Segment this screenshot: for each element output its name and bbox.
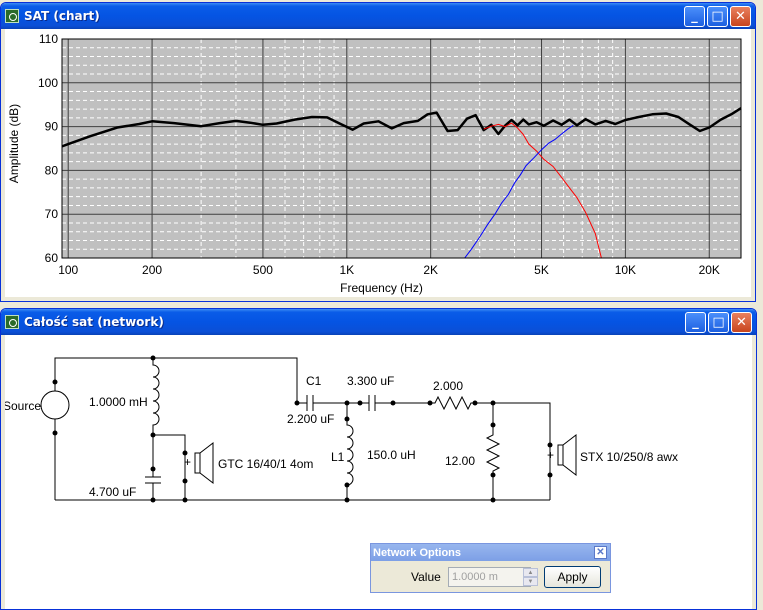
speaker-gtc[interactable]: [194, 452, 201, 474]
driver-1-plus: +: [184, 455, 191, 469]
close-icon[interactable]: ✕: [594, 546, 607, 559]
maximize-button[interactable]: □: [708, 312, 729, 333]
y-tick-label: 80: [45, 163, 59, 177]
l1-name: L1: [331, 450, 345, 464]
value-input[interactable]: [448, 567, 531, 587]
plot-background: [62, 39, 741, 258]
driver-1-label: GTC 16/40/1 4om: [218, 457, 313, 471]
l1-value: 150.0 uH: [367, 448, 416, 462]
y-tick-labels: 110 100 90 80 70 60: [38, 32, 58, 265]
network-window-titlebar[interactable]: Całość sat (network) _ □ ✕: [1, 309, 756, 335]
close-button[interactable]: ✕: [731, 312, 752, 333]
capacitor-1-label: 4.700 uF: [89, 485, 136, 499]
y-tick-label: 70: [45, 207, 59, 221]
chart-window-title: SAT (chart): [24, 9, 100, 23]
c1-value: 2.200 uF: [287, 412, 334, 426]
x-tick-label: 5K: [534, 263, 549, 277]
c1-name: C1: [306, 374, 322, 388]
chart-window: SAT (chart) _ □ ✕ 110 100 90 80 70 60 100 200 5…: [0, 2, 756, 302]
x-tick-label: 500: [253, 263, 273, 277]
minimize-button[interactable]: _: [685, 312, 706, 333]
resistor-1-label: 2.000: [433, 379, 463, 393]
value-spinner[interactable]: ▲ ▼: [523, 568, 538, 586]
network-options-dialog: Network Options ✕ Value ▲ ▼ Apply: [370, 543, 611, 593]
resistor-12[interactable]: [485, 403, 501, 500]
value-label: Value: [411, 570, 441, 584]
x-tick-label: 1K: [339, 263, 354, 277]
apply-button[interactable]: Apply: [544, 566, 601, 588]
junction-dots: [52, 355, 553, 503]
x-tick-labels: 100 200 500 1K 2K 5K 10K 20K: [58, 263, 720, 277]
spin-up-icon[interactable]: ▲: [523, 568, 538, 577]
chart-area: 110 100 90 80 70 60 100 200 500 1K 2K 5K 10K 20K Fre…: [5, 29, 751, 297]
y-tick-label: 60: [45, 251, 59, 265]
inductor-1-label: 1.0000 mH: [89, 395, 148, 409]
network-options-title: Network Options: [373, 546, 462, 559]
spin-down-icon[interactable]: ▼: [523, 577, 538, 586]
resistor-2-label: 12.00: [445, 454, 475, 468]
x-tick-label: 200: [142, 263, 162, 277]
inductor-1mh[interactable]: [152, 358, 160, 435]
speaker-stx[interactable]: [557, 444, 564, 466]
x-tick-label: 10K: [615, 263, 636, 277]
capacitor-3-3uf[interactable]: [347, 395, 395, 411]
network-window-title: Całość sat (network): [24, 315, 164, 329]
x-tick-label: 100: [58, 263, 78, 277]
app-icon: [5, 9, 19, 23]
x-tick-label: 2K: [423, 263, 438, 277]
driver-2-plus: +: [547, 448, 554, 462]
x-axis-label: Frequency (Hz): [340, 281, 423, 295]
x-tick-label: 20K: [699, 263, 720, 277]
speaker-cone: [199, 441, 214, 485]
app-icon: [5, 315, 19, 329]
y-tick-label: 90: [45, 120, 59, 134]
capacitor-c1[interactable]: [297, 395, 347, 411]
y-tick-label: 110: [39, 32, 58, 46]
capacitor-3-label: 3.300 uF: [347, 374, 394, 388]
chart-window-titlebar[interactable]: SAT (chart) _ □ ✕: [1, 3, 755, 29]
close-button[interactable]: ✕: [730, 6, 751, 27]
driver-2-label: STX 10/250/8 awx: [580, 450, 678, 464]
frequency-response-chart[interactable]: 110 100 90 80 70 60 100 200 500 1K 2K 5K 10K 20K Fre…: [5, 29, 753, 299]
wire: [153, 434, 186, 500]
speaker-cone: [562, 433, 577, 477]
minimize-button[interactable]: _: [684, 6, 705, 27]
source-label: Source: [5, 399, 41, 413]
source-symbol[interactable]: [40, 390, 70, 420]
maximize-button[interactable]: □: [707, 6, 728, 27]
y-axis-label: Amplitude (dB): [7, 104, 21, 183]
y-tick-label: 100: [38, 76, 58, 90]
resistor-2-0[interactable]: [395, 395, 551, 500]
network-options-titlebar[interactable]: Network Options ✕: [371, 544, 610, 561]
